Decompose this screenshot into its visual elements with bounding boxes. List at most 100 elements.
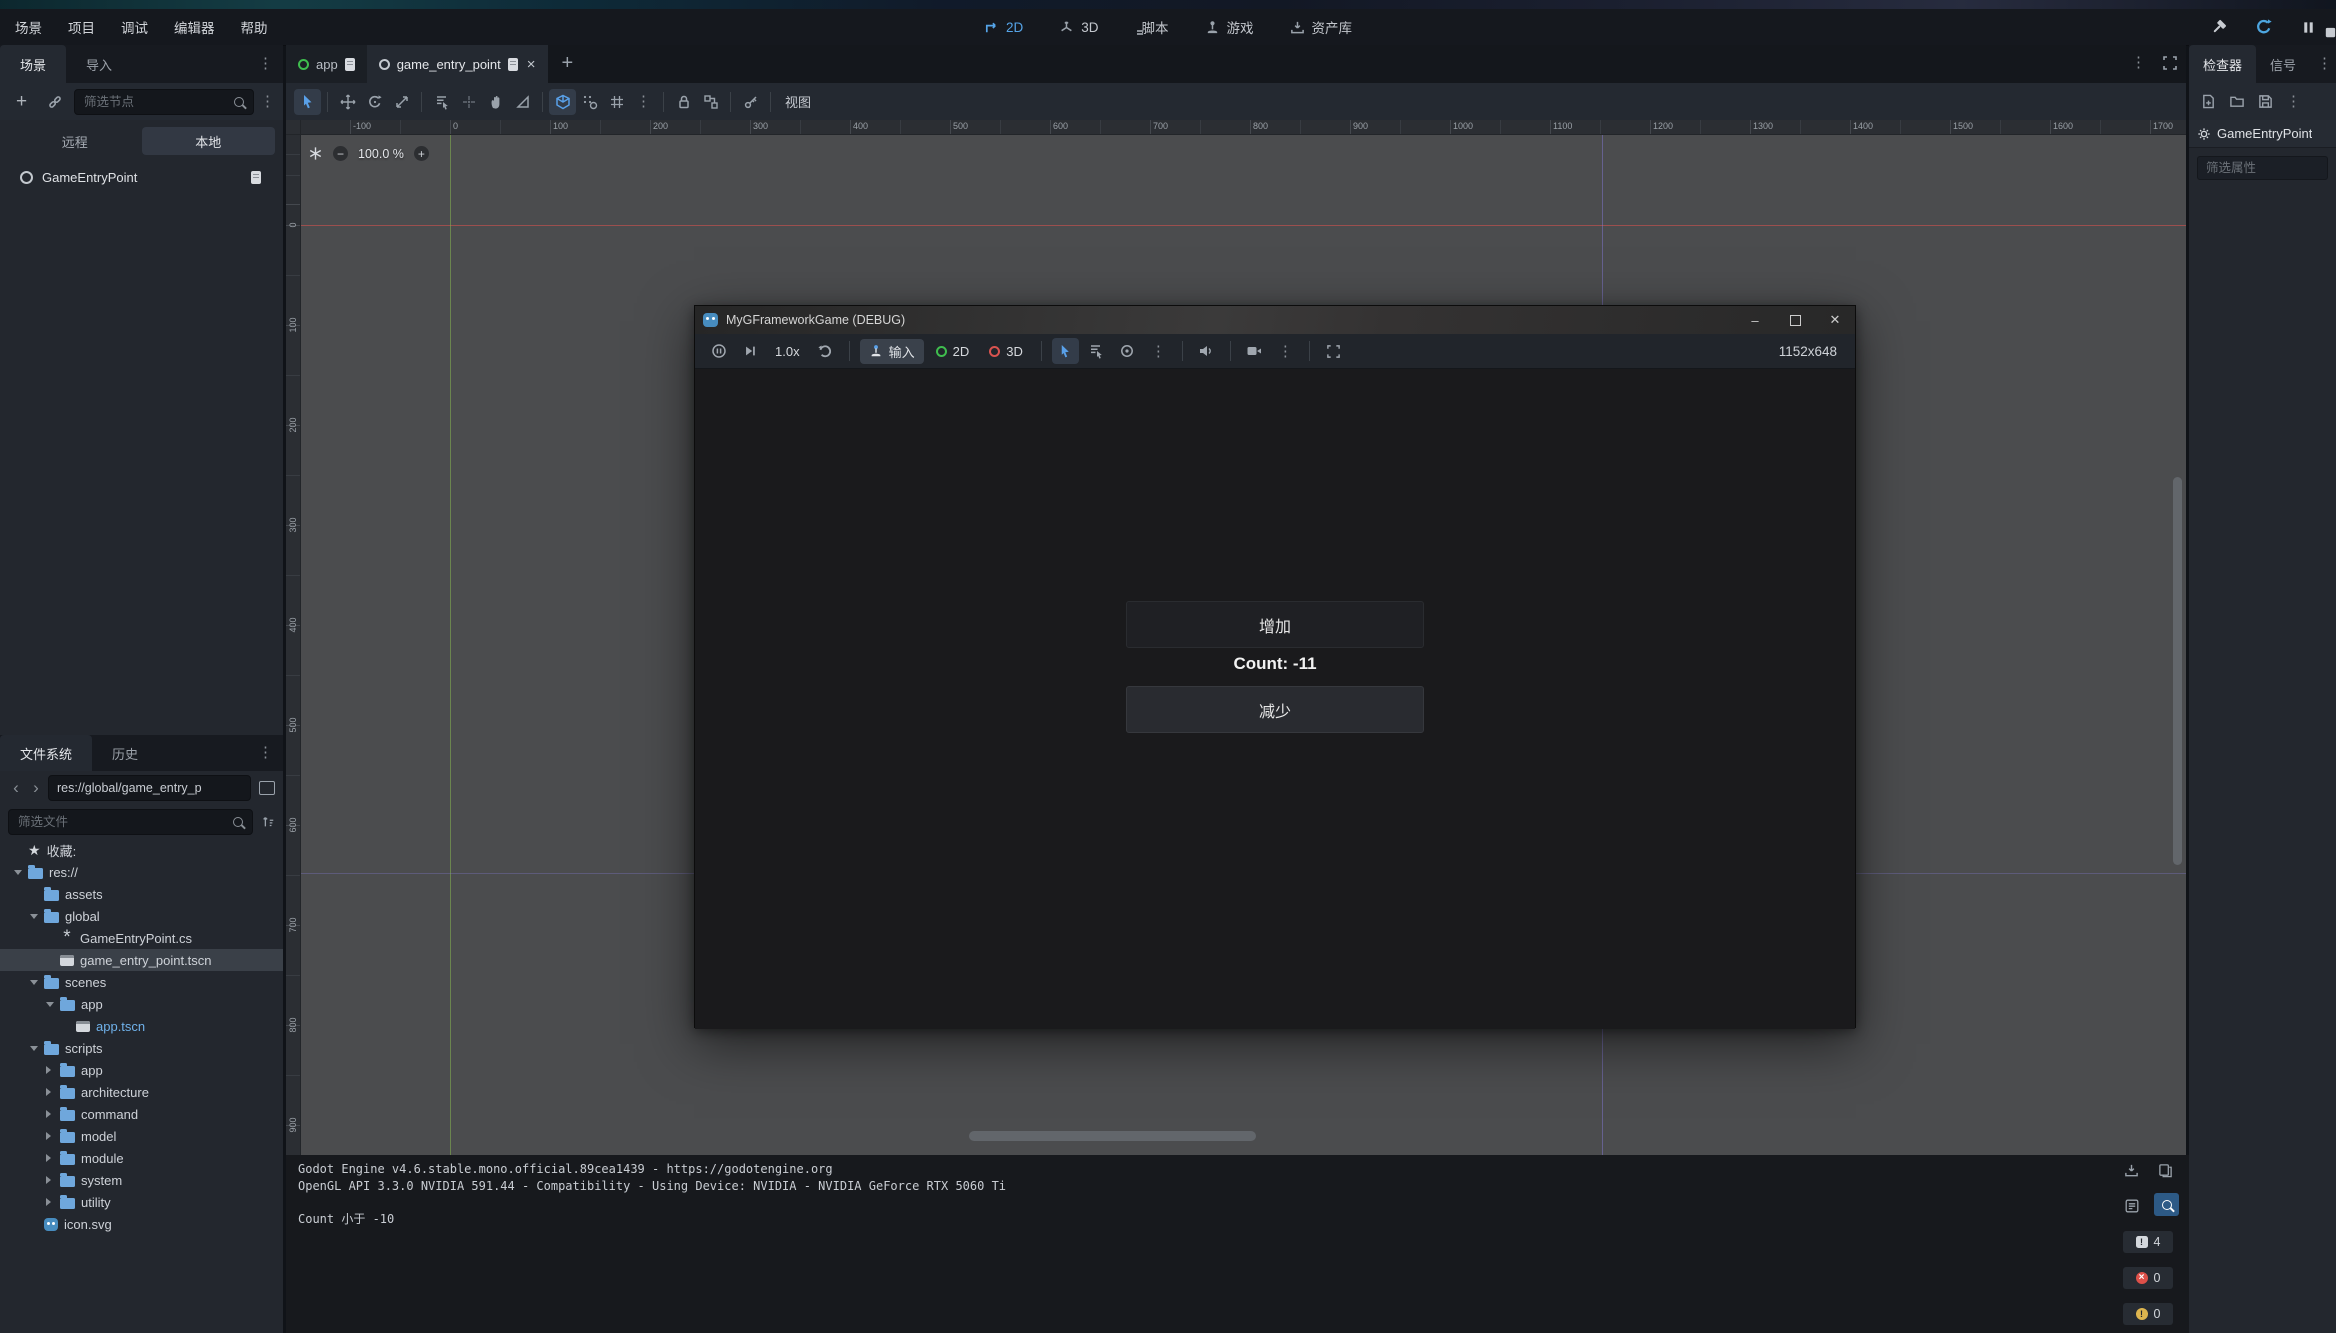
warning-count-badge[interactable]: 0 [2123, 1303, 2173, 1325]
horizontal-scrollbar[interactable] [969, 1131, 1256, 1141]
download-log-icon[interactable] [2118, 1157, 2145, 1183]
tree-item[interactable]: res:// [0, 861, 283, 883]
tree-item[interactable]: global [0, 905, 283, 927]
chevron-right-icon[interactable] [46, 1066, 51, 1074]
chevron-right-icon[interactable] [46, 1176, 51, 1184]
select-tool-icon[interactable] [294, 89, 321, 115]
tab-history[interactable]: 历史 [92, 735, 158, 771]
menu-debug[interactable]: 调试 [108, 12, 161, 42]
input-mode-button[interactable]: 输入 [860, 339, 924, 364]
menu-help[interactable]: 帮助 [228, 12, 281, 42]
grid-icon[interactable] [603, 89, 630, 115]
camera-2d-toggle[interactable]: 2D [928, 344, 978, 359]
save-resource-icon[interactable] [2258, 94, 2273, 109]
tree-item[interactable]: module [0, 1147, 283, 1169]
scene-tree-menu-icon[interactable]: ⋮ [260, 94, 275, 109]
speed-multiplier[interactable]: 1.0x [767, 344, 808, 359]
tree-item[interactable]: assets [0, 883, 283, 905]
tree-item[interactable]: icon.svg [0, 1213, 283, 1235]
mode-script-button[interactable]: 脚本 [1135, 17, 1169, 37]
script-icon[interactable] [345, 58, 355, 71]
inspector-menu-icon[interactable]: ⋮ [2317, 56, 2332, 71]
expand-icon[interactable] [2162, 55, 2178, 71]
tree-item[interactable]: architecture [0, 1081, 283, 1103]
back-icon[interactable]: ‹ [8, 778, 24, 798]
move-tool-icon[interactable] [334, 89, 361, 115]
close-button[interactable]: ✕ [1815, 306, 1855, 334]
tab-scene[interactable]: 场景 [0, 45, 66, 83]
message-count-badge[interactable]: 4 [2123, 1231, 2173, 1253]
chevron-down-icon[interactable] [46, 1002, 54, 1007]
camera-3d-toggle[interactable]: 3D [981, 344, 1031, 359]
chevron-right-icon[interactable] [46, 1110, 51, 1118]
filter-properties-input[interactable] [2197, 156, 2328, 180]
list-select-icon[interactable] [428, 89, 455, 115]
maximize-button[interactable] [1775, 306, 1815, 334]
rotate-tool-icon[interactable] [361, 89, 388, 115]
pan-tool-icon[interactable] [482, 89, 509, 115]
increase-button[interactable]: 增加 [1126, 601, 1424, 648]
script-icon[interactable] [508, 58, 518, 71]
mode-3d-button[interactable]: 3D [1059, 20, 1098, 35]
restart-game-icon[interactable] [812, 338, 839, 364]
filter-nodes-input[interactable] [74, 89, 254, 115]
chevron-down-icon[interactable] [30, 980, 38, 985]
menu-project[interactable]: 项目 [55, 12, 108, 42]
sort-icon[interactable] [261, 815, 275, 829]
grid-snap-icon[interactable] [576, 89, 603, 115]
chevron-down-icon[interactable] [30, 1046, 38, 1051]
tree-item[interactable]: game_entry_point.tscn [0, 949, 283, 971]
copy-log-icon[interactable] [2152, 1157, 2179, 1183]
chevron-down-icon[interactable] [30, 914, 38, 919]
new-resource-icon[interactable] [2201, 94, 2216, 109]
menu-editor[interactable]: 编辑器 [161, 12, 228, 42]
tab-inspector[interactable]: 检查器 [2189, 45, 2256, 83]
split-view-icon[interactable] [259, 781, 275, 795]
zoom-level[interactable]: 100.0 % [358, 147, 404, 161]
pause-game-icon[interactable] [705, 338, 732, 364]
mode-assetlib-button[interactable]: 资产库 [1290, 17, 1353, 37]
filesystem-menu-icon[interactable]: ⋮ [258, 745, 273, 760]
chevron-down-icon[interactable] [14, 870, 22, 875]
load-resource-icon[interactable] [2229, 94, 2245, 109]
scene-tab-app[interactable]: app [286, 45, 367, 83]
decrease-button[interactable]: 减少 [1126, 686, 1424, 733]
collapse-messages-icon[interactable] [2118, 1193, 2145, 1219]
restart-icon[interactable] [2250, 14, 2277, 40]
next-frame-icon[interactable] [736, 338, 763, 364]
pick-node-icon[interactable] [1052, 338, 1079, 364]
camera-override-icon[interactable] [308, 146, 323, 161]
scene-tab-game-entry-point[interactable]: game_entry_point × [367, 45, 548, 83]
game-menu-icon[interactable]: ⋮ [1272, 338, 1299, 364]
focus-selection-icon[interactable] [1114, 338, 1141, 364]
zoom-out-button[interactable]: − [333, 146, 348, 161]
resource-menu-icon[interactable]: ⋮ [2286, 94, 2301, 109]
fullscreen-icon[interactable] [1320, 338, 1347, 364]
tree-item[interactable]: app [0, 1059, 283, 1081]
error-count-badge[interactable]: 0 [2123, 1267, 2173, 1289]
lock-icon[interactable] [670, 89, 697, 115]
tree-item[interactable]: *GameEntryPoint.cs [0, 927, 283, 949]
tab-signals[interactable]: 信号 [2256, 45, 2310, 83]
search-output-button[interactable] [2154, 1193, 2179, 1216]
tree-item[interactable]: model [0, 1125, 283, 1147]
list-select-icon[interactable] [1083, 338, 1110, 364]
build-icon[interactable] [2205, 14, 2232, 40]
chevron-right-icon[interactable] [46, 1132, 51, 1140]
mode-game-button[interactable]: 游戏 [1205, 17, 1254, 37]
tree-item[interactable]: scripts [0, 1037, 283, 1059]
tree-item[interactable]: ★收藏: [0, 839, 283, 861]
forward-icon[interactable]: › [28, 778, 44, 798]
script-icon[interactable] [251, 171, 261, 184]
pixel-snap-icon[interactable] [455, 89, 482, 115]
tab-filesystem[interactable]: 文件系统 [0, 735, 92, 771]
add-node-button[interactable]: + [8, 89, 35, 115]
tab-import[interactable]: 导入 [66, 45, 132, 83]
chevron-right-icon[interactable] [46, 1154, 51, 1162]
scene-tabs-menu-icon[interactable]: ⋮ [2131, 55, 2146, 71]
stop-icon[interactable] [2317, 19, 2336, 45]
snap-menu-icon[interactable]: ⋮ [630, 89, 657, 115]
animation-key-icon[interactable] [737, 89, 764, 115]
game-window-titlebar[interactable]: MyGFrameworkGame (DEBUG) – ✕ [695, 306, 1855, 334]
inspector-node-header[interactable]: GameEntryPoint [2189, 120, 2336, 148]
